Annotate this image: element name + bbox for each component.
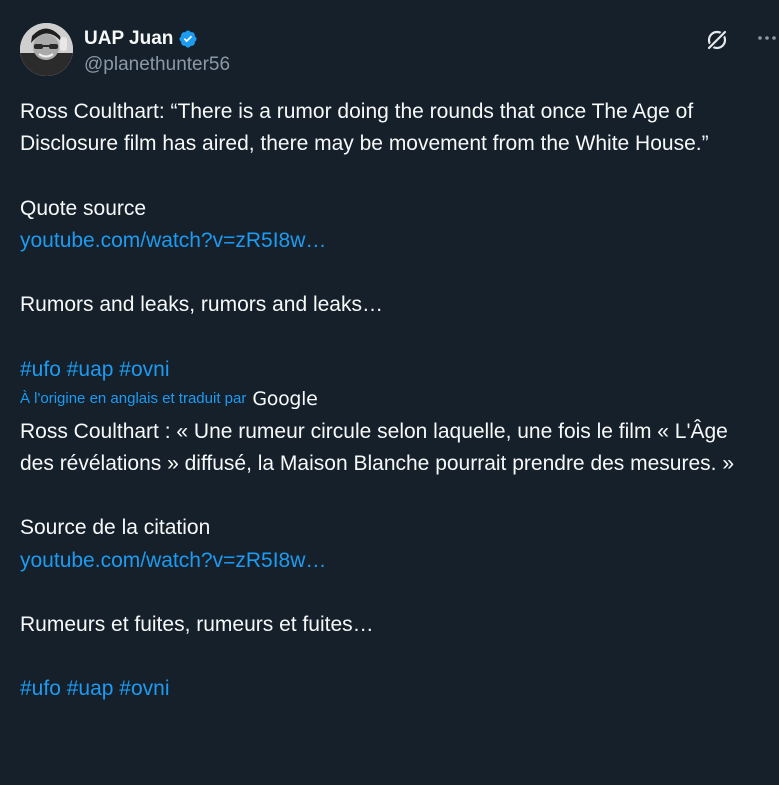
original-source-link[interactable]: youtube.com/watch?v=zR5I8w… — [20, 229, 326, 252]
tweet-header: UAP Juan @planethunter56 — [20, 23, 776, 79]
verified-badge-icon[interactable] — [178, 29, 198, 49]
original-quote: Ross Coulthart: “There is a rumor doing … — [20, 100, 709, 156]
original-hashtags: #ufo #uap #ovni — [20, 354, 765, 386]
original-comment: Rumors and leaks, rumors and leaks… — [20, 293, 383, 317]
author-names: UAP Juan @planethunter56 — [84, 27, 230, 76]
translated-hashtags: #ufo #uap #ovni — [20, 673, 765, 705]
tweet-body: Ross Coulthart: “There is a rumor doing … — [20, 96, 765, 706]
google-logo: Google — [252, 387, 318, 410]
display-name-row: UAP Juan — [84, 27, 230, 51]
grok-icon[interactable] — [704, 27, 730, 53]
tweet: UAP Juan @planethunter56 Ross Coulthart:… — [0, 0, 779, 785]
hashtag-ovni[interactable]: #ovni — [119, 677, 169, 700]
hashtag-uap[interactable]: #uap — [67, 358, 114, 381]
hashtag-ovni[interactable]: #ovni — [119, 358, 169, 381]
translation-note[interactable]: À l'origine en anglais et traduit par Go… — [20, 386, 765, 412]
hashtag-ufo[interactable]: #ufo — [20, 358, 61, 381]
author-handle[interactable]: @planethunter56 — [84, 54, 230, 76]
hashtag-ufo[interactable]: #ufo — [20, 677, 61, 700]
translated-comment: Rumeurs et fuites, rumeurs et fuites… — [20, 612, 374, 636]
translated-source-label: Source de la citation — [20, 516, 211, 540]
translation-note-text: À l'origine en anglais et traduit par — [20, 389, 247, 407]
avatar[interactable] — [20, 23, 73, 76]
more-options-icon[interactable] — [754, 25, 779, 51]
translated-source-link[interactable]: youtube.com/watch?v=zR5I8w… — [20, 549, 326, 572]
display-name[interactable]: UAP Juan — [84, 28, 173, 50]
original-source-label: Quote source — [20, 196, 147, 220]
translated-quote: Ross Coulthart : « Une rumeur circule se… — [20, 419, 735, 475]
hashtag-uap[interactable]: #uap — [67, 677, 114, 700]
